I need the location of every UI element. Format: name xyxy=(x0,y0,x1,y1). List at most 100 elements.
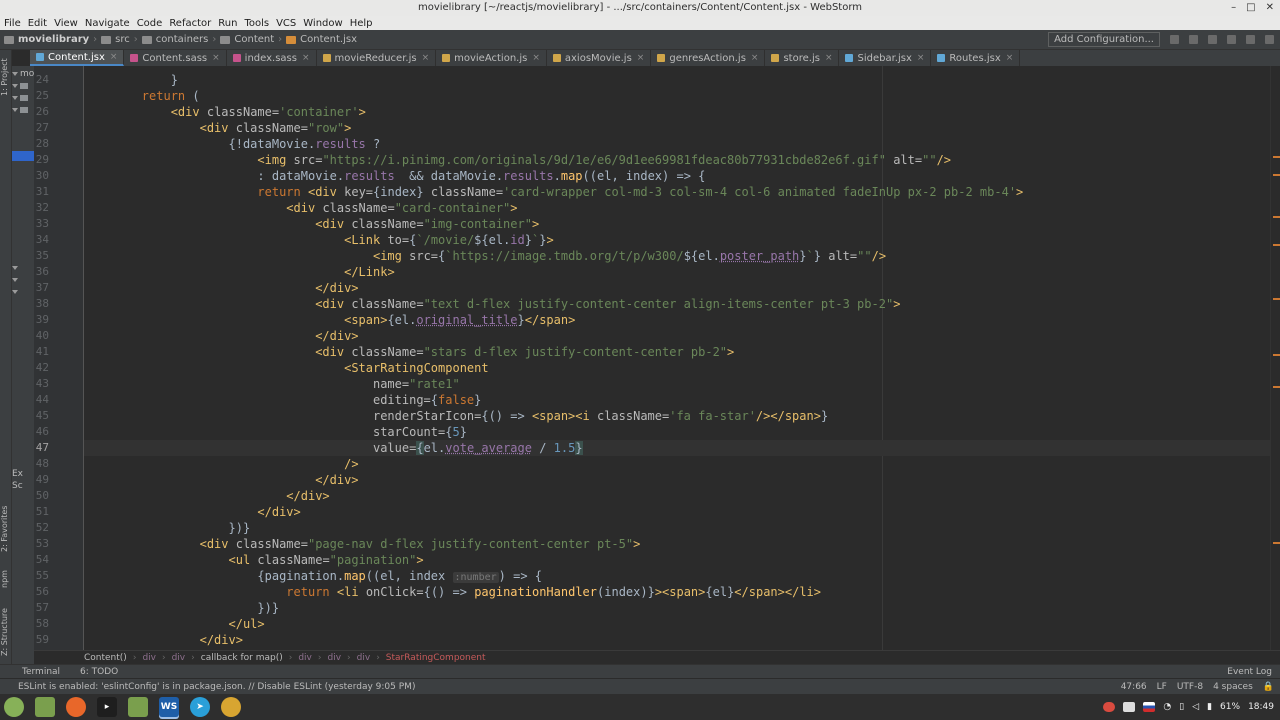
editor-tab[interactable]: movieAction.js × xyxy=(436,50,547,66)
tree-node[interactable] xyxy=(12,274,34,286)
code-line[interactable]: {pagination.map((el, index :number) => { xyxy=(84,568,1270,584)
tree-node[interactable] xyxy=(12,80,34,92)
close-tab-icon[interactable]: × xyxy=(637,53,645,63)
tree-node-scratches[interactable]: Sc xyxy=(12,480,34,492)
code-line[interactable]: return ( xyxy=(84,88,1270,104)
error-stripe-marker[interactable] xyxy=(1273,244,1280,246)
code-line[interactable]: <div className="row"> xyxy=(84,120,1270,136)
telegram-icon[interactable]: ➤ xyxy=(190,697,210,717)
code-crumb-component[interactable]: StarRatingComponent xyxy=(386,653,486,663)
editor-tab[interactable]: Routes.jsx × xyxy=(931,50,1021,66)
code-line[interactable]: <div className="card-container"> xyxy=(84,200,1270,216)
indent-setting[interactable]: 4 spaces xyxy=(1213,682,1253,692)
code-line[interactable]: </div> xyxy=(84,488,1270,504)
error-stripe-marker[interactable] xyxy=(1273,174,1280,176)
code-line[interactable]: return <div key={index} className='card-… xyxy=(84,184,1270,200)
project-structure-icon[interactable] xyxy=(1246,35,1255,44)
favorites-tool-button[interactable]: 2: Favorites xyxy=(0,502,12,556)
code-line[interactable]: <div className="text d-flex justify-cont… xyxy=(84,296,1270,312)
clipboard-icon[interactable]: ▯ xyxy=(1179,702,1184,712)
code-line[interactable]: editing={false} xyxy=(84,392,1270,408)
code-line[interactable]: </Link> xyxy=(84,264,1270,280)
clock[interactable]: 18:49 xyxy=(1248,702,1274,712)
code-editor[interactable]: } return ( <div className='container'> <… xyxy=(84,66,1270,650)
coverage-icon[interactable] xyxy=(1208,35,1217,44)
breadcrumb-containers[interactable]: containers xyxy=(141,34,208,45)
close-tab-icon[interactable]: × xyxy=(751,53,759,63)
code-line[interactable]: {!dataMovie.results ? xyxy=(84,136,1270,152)
debug-icon[interactable] xyxy=(1189,35,1198,44)
menu-edit[interactable]: Edit xyxy=(28,18,47,29)
code-line[interactable]: <ul className="pagination"> xyxy=(84,552,1270,568)
code-line[interactable]: </div> xyxy=(84,280,1270,296)
tree-node[interactable] xyxy=(12,104,34,116)
code-crumb-div[interactable]: div xyxy=(172,653,186,663)
error-stripe-marker[interactable] xyxy=(1273,386,1280,388)
tree-node-external[interactable]: Ex xyxy=(12,468,34,480)
code-crumb-div[interactable]: div xyxy=(142,653,156,663)
wifi-icon[interactable]: ◔ xyxy=(1163,702,1171,712)
close-tab-icon[interactable]: × xyxy=(422,53,430,63)
close-tab-icon[interactable]: × xyxy=(1006,53,1014,63)
breadcrumb-src[interactable]: src xyxy=(101,34,130,45)
code-line[interactable]: return <li onClick={() => paginationHand… xyxy=(84,584,1270,600)
breadcrumb-file[interactable]: Content.jsx xyxy=(286,34,357,45)
battery-percent[interactable]: 61% xyxy=(1220,702,1240,712)
code-line[interactable]: /> xyxy=(84,456,1270,472)
folder-icon[interactable] xyxy=(128,697,148,717)
project-tool-button[interactable]: 1: Project xyxy=(0,54,12,100)
menu-code[interactable]: Code xyxy=(137,18,163,29)
code-crumb-callback[interactable]: callback for map() xyxy=(201,653,283,663)
event-log-button[interactable]: Event Log xyxy=(1227,667,1272,677)
code-line[interactable]: </div> xyxy=(84,472,1270,488)
menu-view[interactable]: View xyxy=(54,18,78,29)
npm-tool-button[interactable]: npm xyxy=(0,568,12,590)
code-line[interactable]: <div className="img-container"> xyxy=(84,216,1270,232)
code-line[interactable]: <img src={`https://image.tmdb.org/t/p/w3… xyxy=(84,248,1270,264)
code-line[interactable]: name="rate1" xyxy=(84,376,1270,392)
code-crumb-div[interactable]: div xyxy=(327,653,341,663)
tree-node[interactable] xyxy=(12,262,34,274)
breadcrumb-project[interactable]: movielibrary xyxy=(4,34,89,45)
line-separator[interactable]: LF xyxy=(1157,682,1167,692)
add-configuration-button[interactable]: Add Configuration... xyxy=(1048,32,1160,47)
code-line[interactable]: })} xyxy=(84,520,1270,536)
files-icon[interactable] xyxy=(35,697,55,717)
code-line[interactable]: </div> xyxy=(84,328,1270,344)
menu-navigate[interactable]: Navigate xyxy=(85,18,130,29)
close-tab-icon[interactable]: × xyxy=(110,52,118,62)
editor-tab[interactable]: Sidebar.jsx × xyxy=(839,50,932,66)
error-stripe-marker[interactable] xyxy=(1273,298,1280,300)
chrome-icon[interactable] xyxy=(221,697,241,717)
error-stripe-marker[interactable] xyxy=(1273,216,1280,218)
code-line[interactable]: value={el.vote_average / 1.5} xyxy=(84,440,1270,456)
menu-window[interactable]: Window xyxy=(303,18,342,29)
code-line[interactable]: <StarRatingComponent xyxy=(84,360,1270,376)
stop-icon[interactable] xyxy=(1227,35,1236,44)
search-everywhere-icon[interactable] xyxy=(1265,35,1274,44)
code-line[interactable]: starCount={5} xyxy=(84,424,1270,440)
close-tab-icon[interactable]: × xyxy=(532,53,540,63)
code-line[interactable]: </div> xyxy=(84,504,1270,520)
code-line[interactable]: <div className='container'> xyxy=(84,104,1270,120)
structure-tool-button[interactable]: Z: Structure xyxy=(0,606,12,658)
editor-tab[interactable]: Content.sass × xyxy=(124,50,227,66)
editor-tab[interactable]: store.js × xyxy=(765,50,840,66)
code-crumb-div[interactable]: div xyxy=(357,653,371,663)
code-crumb-function[interactable]: Content() xyxy=(84,653,127,663)
editor-scrollbar[interactable] xyxy=(1270,66,1280,650)
status-message[interactable]: ESLint is enabled: 'eslintConfig' is in … xyxy=(18,682,415,692)
tree-node-selected[interactable] xyxy=(12,150,34,162)
shield-icon[interactable] xyxy=(1123,702,1136,712)
code-line[interactable]: <img src="https://i.pinimg.com/originals… xyxy=(84,152,1270,168)
volume-icon[interactable]: ◁ xyxy=(1192,702,1199,712)
menu-refactor[interactable]: Refactor xyxy=(169,18,211,29)
mint-menu-icon[interactable] xyxy=(4,697,24,717)
menu-vcs[interactable]: VCS xyxy=(276,18,296,29)
todo-tool-button[interactable]: 6: TODO xyxy=(80,667,118,677)
editor-tab[interactable]: movieReducer.js × xyxy=(317,50,437,66)
run-icon[interactable] xyxy=(1170,35,1179,44)
code-line[interactable]: } xyxy=(84,72,1270,88)
menu-help[interactable]: Help xyxy=(350,18,373,29)
close-tab-icon[interactable]: × xyxy=(917,53,925,63)
